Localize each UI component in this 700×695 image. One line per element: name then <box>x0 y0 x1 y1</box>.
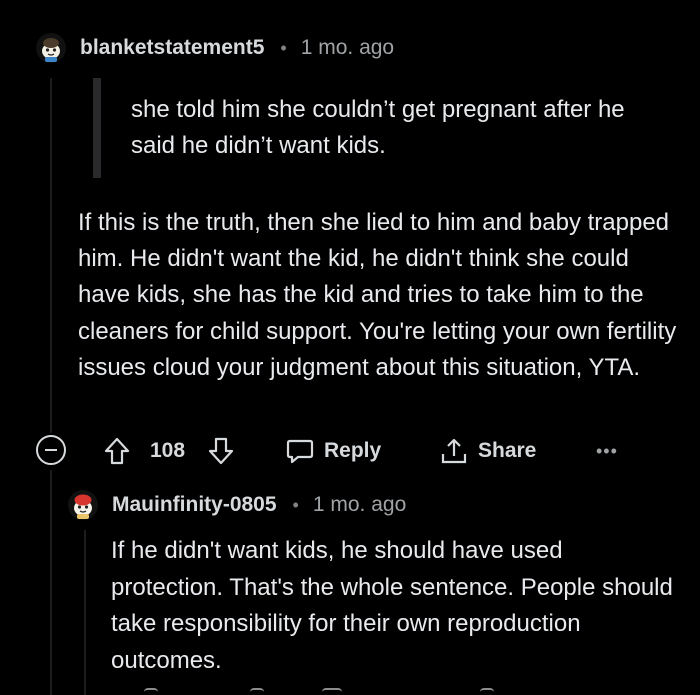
thread-line <box>50 470 52 695</box>
upvote-icon[interactable] <box>144 688 158 695</box>
separator-dot: • <box>280 37 287 58</box>
more-icon[interactable]: ••• <box>596 431 618 471</box>
vote-count: 108 <box>150 439 186 462</box>
reply-bubble-icon <box>286 439 314 464</box>
downvote-icon[interactable] <box>208 431 234 471</box>
comment-body: If this is the truth, then she lied to h… <box>78 209 677 381</box>
comment-header: blanketstatement5 • 1 mo. ago <box>36 30 394 66</box>
downvote-icon[interactable] <box>250 688 264 695</box>
reply-body: If he didn't want kids, he should have u… <box>111 537 673 674</box>
reply-button[interactable]: Reply <box>286 431 381 471</box>
username[interactable]: blanketstatement5 <box>80 36 264 60</box>
avatar-snoo-icon[interactable] <box>68 490 98 520</box>
reply-actions-partial <box>100 688 660 695</box>
timestamp: 1 mo. ago <box>300 36 395 59</box>
username[interactable]: Mauinfinity-0805 <box>112 493 277 517</box>
upvote-icon[interactable] <box>104 431 130 471</box>
comment-actions: 108 Reply Share ••• <box>36 431 676 471</box>
quote-text: she told him she couldn’t get pregnant a… <box>131 96 625 159</box>
share-label: Share <box>478 439 537 462</box>
reply-bubble-icon[interactable] <box>322 688 342 695</box>
separator-dot: • <box>292 494 299 515</box>
share-icon <box>441 438 467 464</box>
quote-bar <box>93 78 101 178</box>
share-icon[interactable] <box>480 688 494 695</box>
reply-header: Mauinfinity-0805 • 1 mo. ago <box>68 487 406 523</box>
timestamp: 1 mo. ago <box>312 493 407 516</box>
avatar-snoo-icon[interactable] <box>36 33 66 63</box>
reply-thread-line <box>84 530 86 695</box>
thread-line <box>50 78 52 433</box>
reply-label: Reply <box>324 439 382 462</box>
collapse-icon[interactable] <box>36 435 66 465</box>
share-button[interactable]: Share <box>440 431 536 471</box>
quote-block: she told him she couldn’t get pregnant a… <box>93 78 673 178</box>
